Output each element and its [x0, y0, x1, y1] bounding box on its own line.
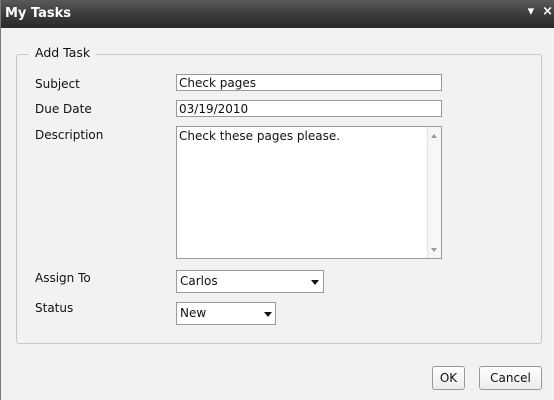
chevron-down-icon	[311, 280, 319, 285]
status-value: New	[180, 306, 207, 320]
assign-to-value: Carlos	[180, 274, 218, 288]
chevron-down-icon	[264, 312, 272, 317]
status-label: Status	[35, 301, 74, 315]
assign-to-select[interactable]: Carlos	[176, 270, 324, 293]
description-text: Check these pages please.	[179, 129, 341, 143]
scroll-down-arrow-icon[interactable]	[431, 248, 437, 252]
subject-label: Subject	[35, 77, 80, 91]
description-scrollbar[interactable]	[427, 127, 441, 258]
status-select[interactable]: New	[176, 302, 276, 325]
title-controls: ▾ ×	[528, 5, 553, 19]
dialog-window: My Tasks ▾ × Add Task Subject Check page…	[0, 0, 554, 400]
cancel-button[interactable]: Cancel	[479, 366, 542, 390]
description-textarea[interactable]: Check these pages please.	[176, 126, 442, 259]
fieldset-legend: Add Task	[29, 45, 97, 60]
title-bar[interactable]: My Tasks ▾ ×	[1, 0, 554, 28]
subject-input[interactable]: Check pages	[176, 74, 442, 91]
description-label: Description	[35, 128, 104, 142]
window-title: My Tasks	[5, 6, 72, 21]
scroll-up-arrow-icon[interactable]	[431, 134, 437, 138]
due-date-input[interactable]: 03/19/2010	[176, 100, 442, 117]
minimize-icon[interactable]: ▾	[528, 5, 535, 19]
assign-to-label: Assign To	[35, 271, 91, 285]
ok-button[interactable]: OK	[432, 366, 465, 390]
close-icon[interactable]: ×	[542, 5, 553, 19]
due-date-label: Due Date	[35, 102, 92, 116]
